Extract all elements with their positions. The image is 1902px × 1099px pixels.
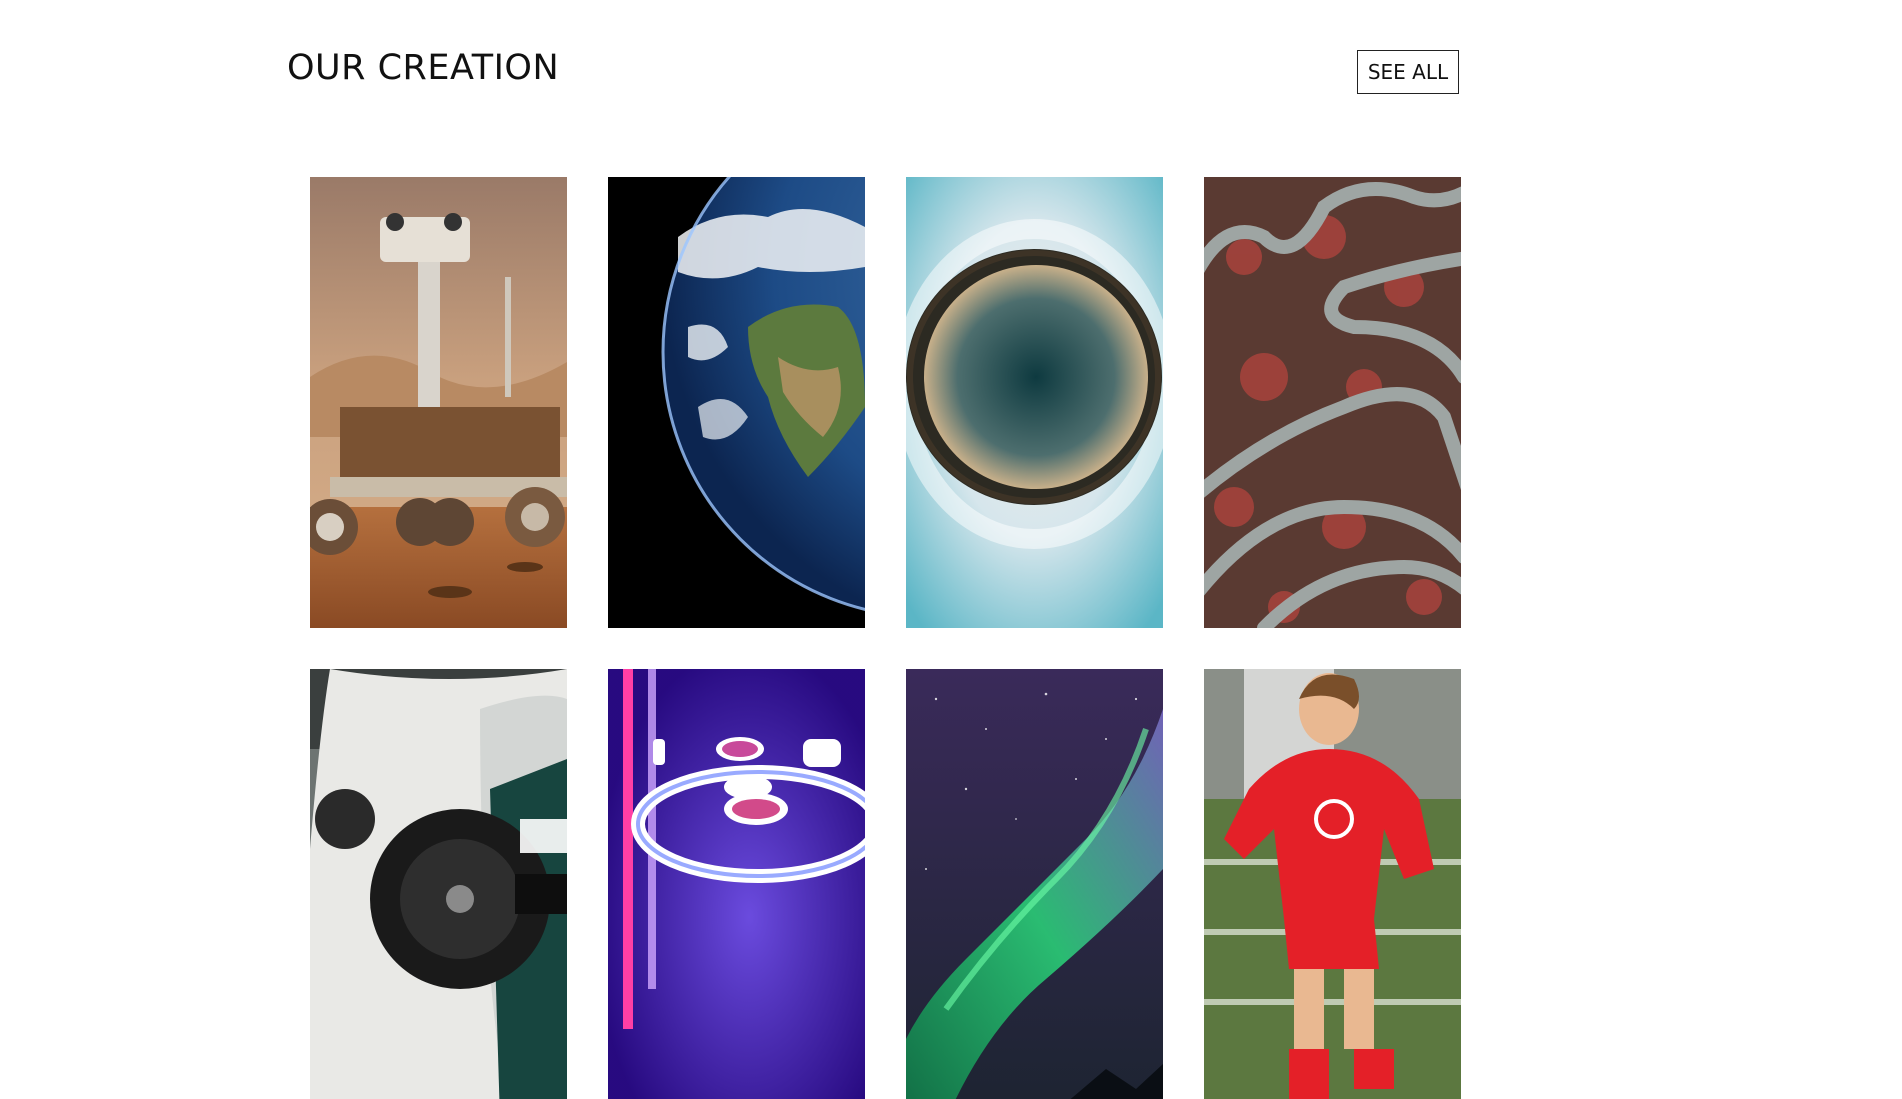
- aurora-image: [906, 669, 1163, 1099]
- gallery-item-race-car[interactable]: [310, 669, 567, 1099]
- gallery-item-soccer-player[interactable]: [1204, 669, 1461, 1099]
- gallery-item-aurora[interactable]: [906, 669, 1163, 1099]
- soccer-player-image: [1204, 669, 1461, 1099]
- mars-rover-image: [310, 177, 567, 628]
- gallery-item-earth[interactable]: [608, 177, 865, 628]
- race-car-image: [310, 669, 567, 1099]
- gallery-item-tiny-planet[interactable]: [906, 177, 1163, 628]
- winding-road-image: [1204, 177, 1461, 628]
- tiny-planet-image: [906, 177, 1163, 628]
- skee-ball-image: [608, 669, 865, 1099]
- earth-image: [608, 177, 865, 628]
- see-all-button[interactable]: SEE ALL: [1357, 50, 1459, 94]
- section-title: OUR CREATION: [287, 48, 560, 88]
- gallery-item-winding-road[interactable]: [1204, 177, 1461, 628]
- gallery-item-mars-rover[interactable]: [310, 177, 567, 628]
- gallery-item-skee-ball[interactable]: [608, 669, 865, 1099]
